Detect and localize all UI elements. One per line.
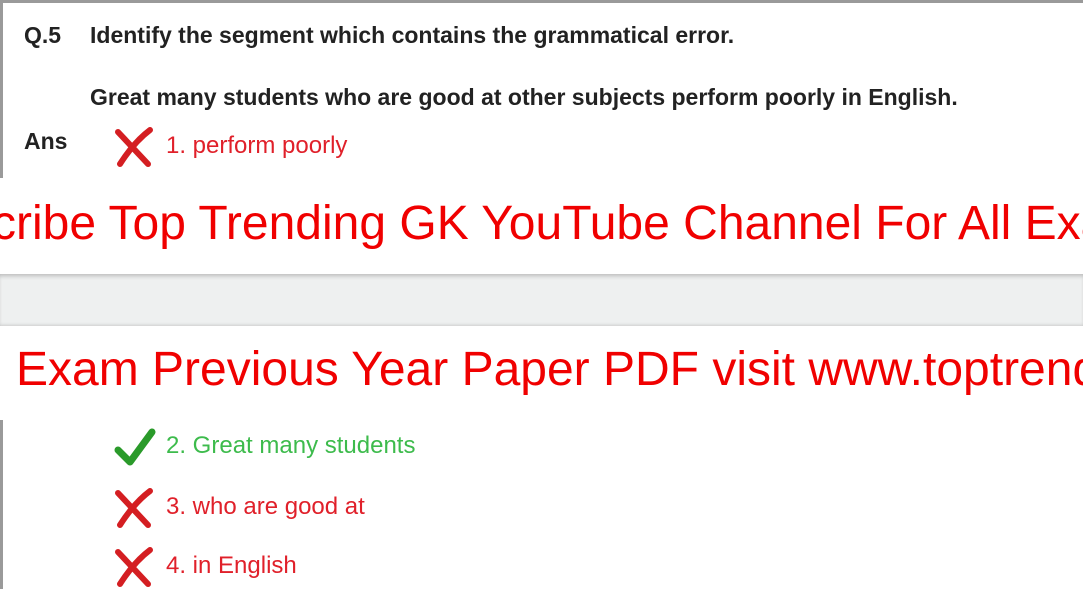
option-label: 2. Great many students: [166, 432, 416, 459]
cross-icon: [115, 488, 153, 528]
option-label: 3. who are good at: [166, 493, 365, 520]
option-1: 1. perform poorly: [112, 124, 347, 168]
promo-banner-top: cribe Top Trending GK YouTube Channel Fo…: [0, 197, 1083, 250]
option-label: 1. perform poorly: [166, 132, 348, 159]
question-prompt: Identify the segment which contains the …: [90, 22, 735, 48]
option-2: 2. Great many students: [112, 424, 415, 468]
divider-band: [0, 274, 1083, 326]
cross-icon: [115, 127, 153, 167]
question-number: Q.5: [24, 22, 62, 48]
box-left-border: [0, 420, 3, 589]
option-4: 4. in English: [112, 544, 297, 588]
promo-banner-bottom: l Exam Previous Year Paper PDF visit www…: [0, 343, 1083, 396]
option-3: 3. who are good at: [112, 485, 365, 529]
check-icon: [114, 428, 156, 466]
cross-icon: [115, 547, 153, 587]
answer-label: Ans: [24, 128, 68, 154]
option-label: 4. in English: [166, 552, 297, 579]
question-sentence: Great many students who are good at othe…: [90, 84, 958, 110]
